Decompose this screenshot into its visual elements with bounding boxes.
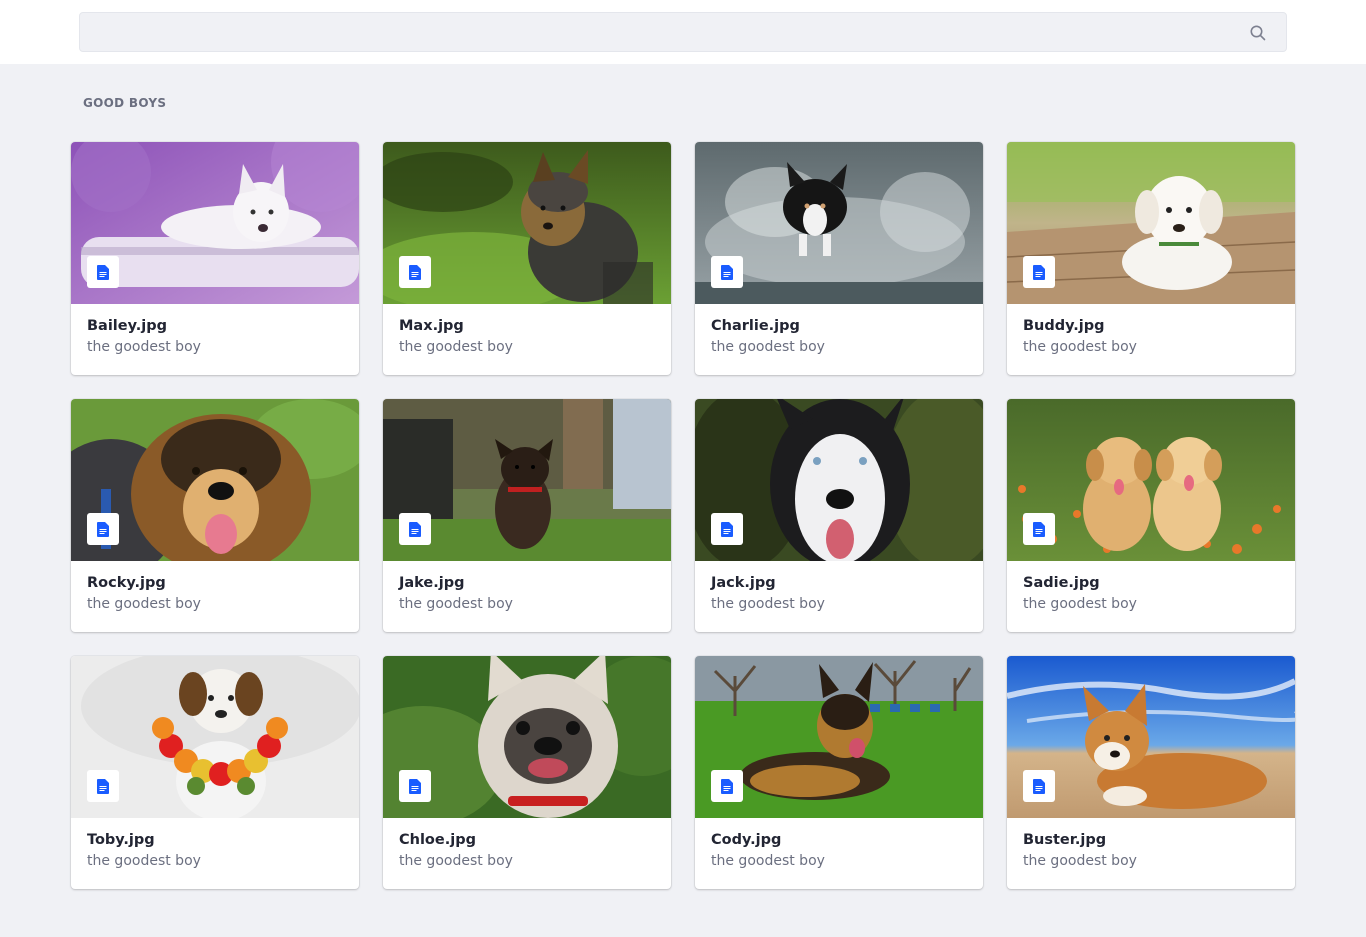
file-subtitle: the goodest boy <box>399 853 513 869</box>
document-icon <box>97 264 109 280</box>
document-icon <box>1033 521 1045 537</box>
file-card[interactable]: Sadie.jpg the goodest boy <box>1007 399 1295 632</box>
file-thumbnail <box>695 656 983 818</box>
file-subtitle: the goodest boy <box>1023 596 1137 612</box>
search-icon[interactable] <box>1249 24 1267 42</box>
file-subtitle: the goodest boy <box>1023 339 1137 355</box>
file-thumbnail <box>71 142 359 304</box>
file-subtitle: the goodest boy <box>711 853 825 869</box>
document-icon <box>721 264 733 280</box>
file-name: Max.jpg <box>399 318 464 334</box>
file-badge <box>399 513 431 545</box>
file-subtitle: the goodest boy <box>1023 853 1137 869</box>
document-icon <box>1033 264 1045 280</box>
file-card[interactable]: Charlie.jpg the goodest boy <box>695 142 983 375</box>
file-name: Rocky.jpg <box>87 575 166 591</box>
file-card[interactable]: Bailey.jpg the goodest boy <box>71 142 359 375</box>
document-icon <box>721 521 733 537</box>
file-badge <box>399 256 431 288</box>
file-badge <box>711 770 743 802</box>
document-icon <box>97 521 109 537</box>
document-icon <box>97 778 109 794</box>
file-name: Toby.jpg <box>87 832 155 848</box>
file-name: Bailey.jpg <box>87 318 167 334</box>
file-name: Jake.jpg <box>399 575 465 591</box>
section-title: GOOD BOYS <box>83 96 167 110</box>
file-name: Buddy.jpg <box>1023 318 1105 334</box>
file-card[interactable]: Jake.jpg the goodest boy <box>383 399 671 632</box>
file-thumbnail <box>71 399 359 561</box>
file-card[interactable]: Rocky.jpg the goodest boy <box>71 399 359 632</box>
file-thumbnail <box>1007 656 1295 818</box>
document-icon <box>409 521 421 537</box>
file-card[interactable]: Chloe.jpg the goodest boy <box>383 656 671 889</box>
search-input[interactable] <box>80 13 1286 51</box>
file-subtitle: the goodest boy <box>399 596 513 612</box>
file-badge <box>399 770 431 802</box>
file-subtitle: the goodest boy <box>399 339 513 355</box>
file-badge <box>711 513 743 545</box>
file-thumbnail <box>695 142 983 304</box>
file-name: Charlie.jpg <box>711 318 800 334</box>
file-subtitle: the goodest boy <box>87 596 201 612</box>
file-badge <box>1023 770 1055 802</box>
file-name: Cody.jpg <box>711 832 782 848</box>
file-name: Jack.jpg <box>711 575 776 591</box>
file-card[interactable]: Toby.jpg the goodest boy <box>71 656 359 889</box>
file-grid: Bailey.jpg the goodest boy Max.jpg the g… <box>71 142 1295 889</box>
file-name: Chloe.jpg <box>399 832 476 848</box>
file-subtitle: the goodest boy <box>87 339 201 355</box>
file-thumbnail <box>383 399 671 561</box>
top-bar <box>0 0 1366 64</box>
file-thumbnail <box>383 656 671 818</box>
file-name: Sadie.jpg <box>1023 575 1100 591</box>
file-badge <box>1023 256 1055 288</box>
file-badge <box>87 256 119 288</box>
file-thumbnail <box>71 656 359 818</box>
file-name: Buster.jpg <box>1023 832 1107 848</box>
file-subtitle: the goodest boy <box>711 596 825 612</box>
file-badge <box>87 770 119 802</box>
file-thumbnail <box>1007 399 1295 561</box>
file-card[interactable]: Max.jpg the goodest boy <box>383 142 671 375</box>
file-subtitle: the goodest boy <box>711 339 825 355</box>
file-badge <box>87 513 119 545</box>
file-subtitle: the goodest boy <box>87 853 201 869</box>
file-card[interactable]: Jack.jpg the goodest boy <box>695 399 983 632</box>
file-card[interactable]: Cody.jpg the goodest boy <box>695 656 983 889</box>
file-card[interactable]: Buddy.jpg the goodest boy <box>1007 142 1295 375</box>
search-bar[interactable] <box>79 12 1287 52</box>
file-thumbnail <box>383 142 671 304</box>
file-thumbnail <box>1007 142 1295 304</box>
file-badge <box>711 256 743 288</box>
document-icon <box>1033 778 1045 794</box>
file-thumbnail <box>695 399 983 561</box>
document-icon <box>721 778 733 794</box>
document-icon <box>409 778 421 794</box>
file-badge <box>1023 513 1055 545</box>
document-icon <box>409 264 421 280</box>
file-card[interactable]: Buster.jpg the goodest boy <box>1007 656 1295 889</box>
